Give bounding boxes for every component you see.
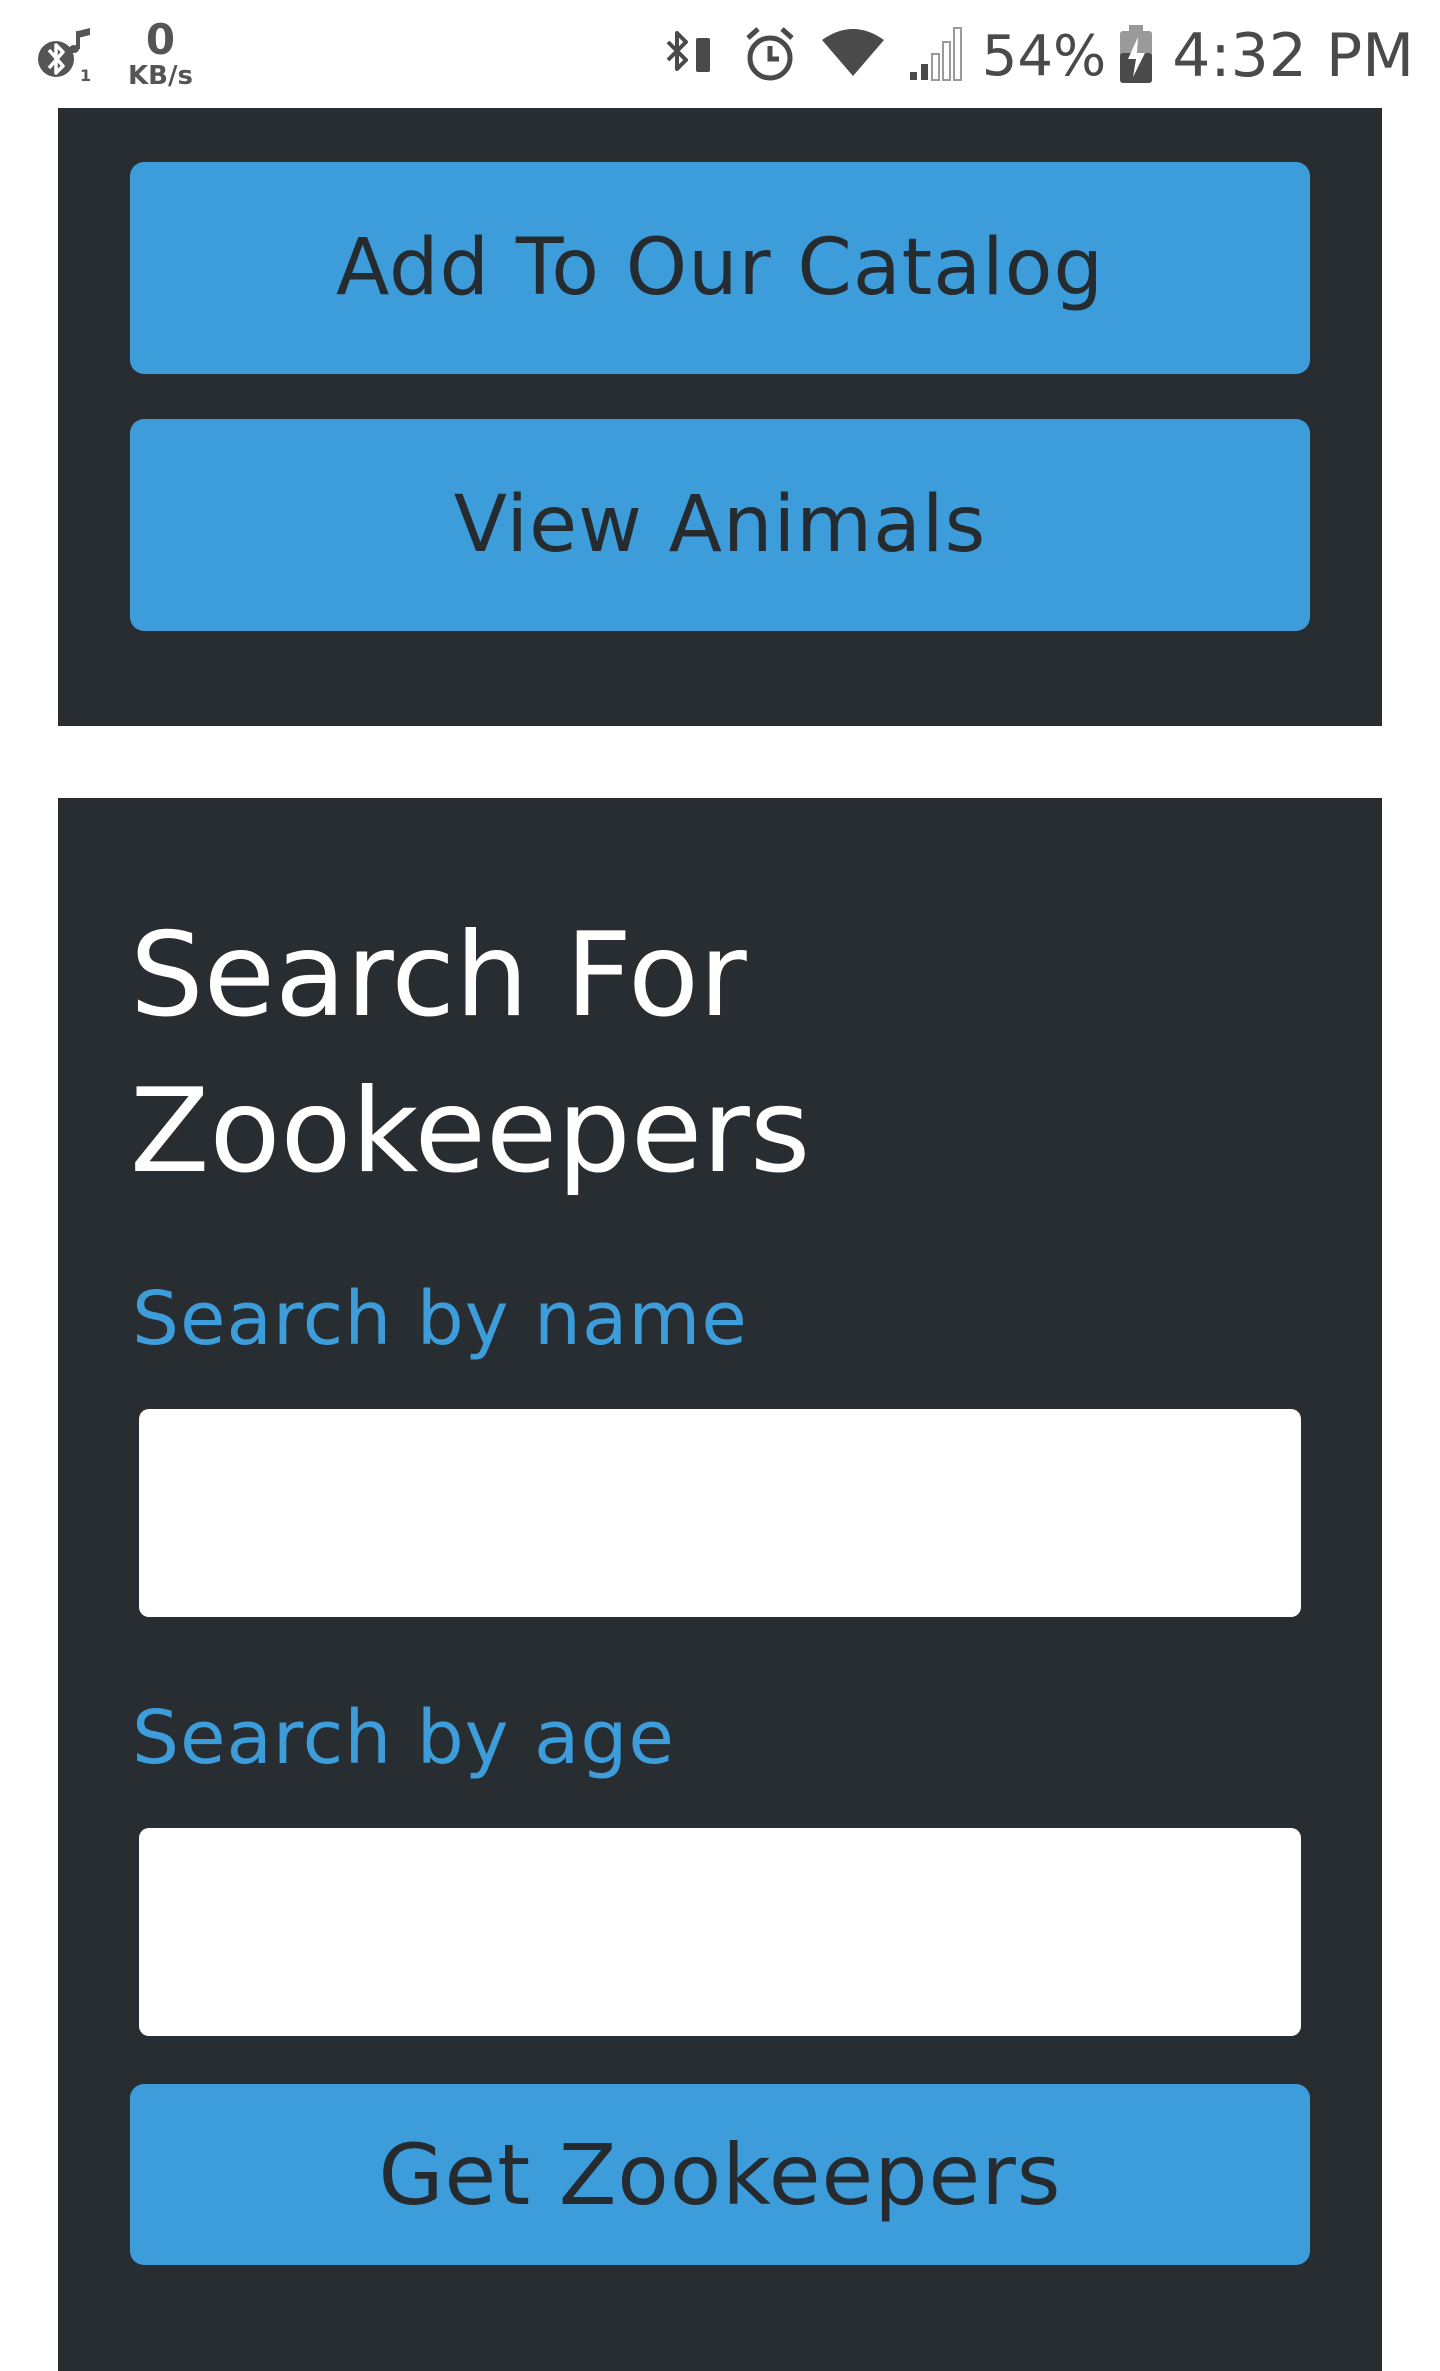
battery-percent: 54%: [981, 23, 1107, 89]
svg-text:1: 1: [80, 66, 91, 85]
view-animals-button[interactable]: View Animals: [130, 419, 1310, 631]
status-bar-left: 1 0 KB/s: [34, 14, 193, 94]
actions-card: Add To Our Catalog View Animals: [58, 108, 1382, 726]
status-bar: 1 0 KB/s 54% 4:32 PM: [0, 0, 1440, 108]
cellular-signal-icon: [908, 24, 968, 88]
search-by-name-label: Search by name: [132, 1276, 748, 1362]
network-speed-value: 0: [145, 15, 176, 64]
battery-charging-icon: [1118, 23, 1154, 89]
search-by-age-label: Search by age: [132, 1695, 675, 1781]
search-title: Search For Zookeepers: [130, 908, 811, 1199]
network-speed-indicator: 0 KB/s: [128, 15, 193, 91]
app-screen: 1 0 KB/s 54% 4:32 PM Add To Our Catalog …: [0, 0, 1440, 2371]
add-to-catalog-button[interactable]: Add To Our Catalog: [130, 162, 1310, 374]
alarm-icon: [742, 24, 798, 88]
search-by-age-input[interactable]: [139, 1828, 1301, 2036]
clock-time: 4:32 PM: [1172, 21, 1414, 91]
bluetooth-icon: [660, 24, 720, 88]
search-zookeepers-card: Search For Zookeepers Search by name Sea…: [58, 798, 1382, 2371]
status-bar-right: 54% 4:32 PM: [638, 16, 1414, 96]
wifi-icon: [820, 26, 886, 86]
search-by-name-input[interactable]: [139, 1409, 1301, 1617]
bluetooth-audio-icon: 1: [34, 23, 96, 85]
get-zookeepers-button[interactable]: Get Zookeepers: [130, 2084, 1310, 2265]
network-speed-unit: KB/s: [128, 61, 193, 91]
